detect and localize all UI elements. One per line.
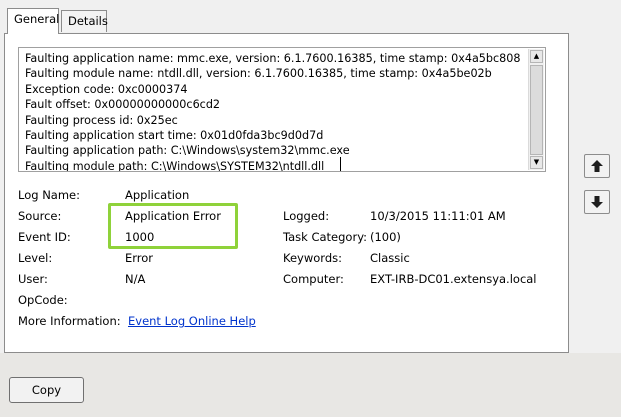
- dialog-footer: [0, 353, 621, 417]
- task-category-value: (100): [370, 230, 401, 244]
- task-category-label: Task Category:: [283, 230, 368, 244]
- description-line: Faulting module path: C:\Windows\SYSTEM3…: [25, 159, 325, 172]
- level-value: Error: [125, 251, 154, 265]
- tab-details[interactable]: Details: [61, 10, 108, 32]
- scroll-down-arrow-icon[interactable]: ▼: [530, 156, 543, 169]
- event-description-box[interactable]: Faulting application name: mmc.exe, vers…: [18, 47, 546, 172]
- log-name-value: Application: [125, 188, 190, 202]
- scroll-thumb[interactable]: [530, 65, 543, 155]
- description-line: Faulting module name: ntdll.dll, version…: [25, 67, 492, 81]
- tab-general[interactable]: General: [7, 8, 59, 34]
- description-line: Exception code: 0xc0000374: [25, 82, 188, 96]
- description-line: Faulting process id: 0x25ec: [25, 113, 178, 127]
- computer-label: Computer:: [283, 272, 344, 286]
- next-event-button[interactable]: [584, 190, 610, 214]
- user-value: N/A: [125, 272, 146, 286]
- event-properties-panel: Faulting application name: mmc.exe, vers…: [4, 33, 569, 353]
- previous-event-button[interactable]: [584, 154, 610, 178]
- keywords-label: Keywords:: [283, 251, 342, 265]
- log-name-label: Log Name:: [18, 188, 80, 202]
- source-label: Source:: [18, 209, 62, 223]
- logged-label: Logged:: [283, 209, 330, 223]
- computer-value: EXT-IRB-DC01.extensya.local: [370, 272, 537, 286]
- text-cursor: [340, 157, 341, 171]
- opcode-label: OpCode:: [18, 293, 68, 307]
- logged-value: 10/3/2015 11:11:01 AM: [370, 209, 506, 223]
- description-line: Fault offset: 0x00000000000c6cd2: [25, 98, 221, 112]
- description-line: Faulting application name: mmc.exe, vers…: [25, 52, 521, 65]
- description-line: Faulting application path: C:\Windows\sy…: [25, 144, 350, 158]
- level-label: Level:: [18, 251, 53, 265]
- scroll-up-arrow-icon[interactable]: ▲: [530, 50, 543, 63]
- description-line: Faulting application start time: 0x01d0f…: [25, 128, 324, 142]
- keywords-value: Classic: [370, 251, 410, 265]
- user-label: User:: [18, 272, 48, 286]
- event-log-online-help-link[interactable]: Event Log Online Help: [128, 314, 256, 328]
- description-scrollbar[interactable]: ▲ ▼: [528, 49, 544, 170]
- event-description-text: Faulting application name: mmc.exe, vers…: [25, 51, 525, 172]
- event-id-label: Event ID:: [18, 230, 71, 244]
- arrow-down-icon: [591, 196, 603, 208]
- copy-button[interactable]: Copy: [9, 377, 84, 403]
- highlight-box: [108, 203, 238, 249]
- more-information-label: More Information:: [18, 314, 121, 328]
- arrow-up-icon: [591, 160, 603, 172]
